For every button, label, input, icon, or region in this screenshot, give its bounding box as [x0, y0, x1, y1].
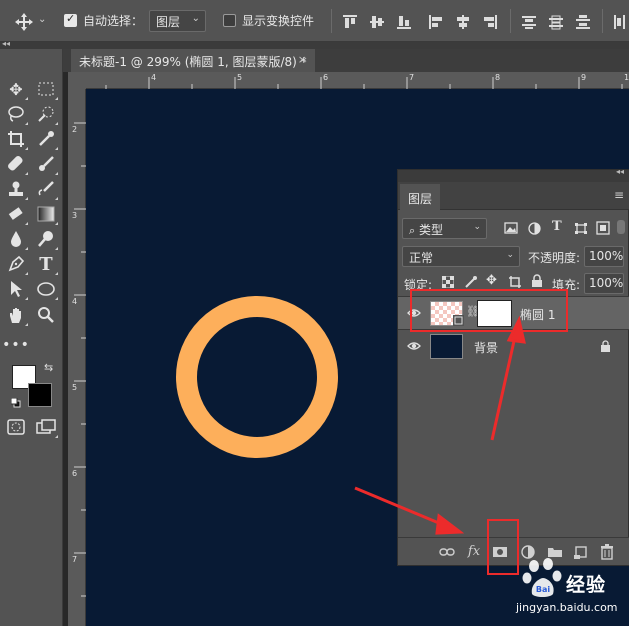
- baidu-logo-mark: Bai: [536, 585, 550, 594]
- baidu-paw-logo: Bai: [522, 558, 562, 597]
- watermark-url: jingyan.baidu.com: [516, 601, 618, 614]
- watermark: Bai 经验 jingyan.baidu.com: [510, 556, 629, 626]
- annotation-arrows: [354, 315, 526, 535]
- watermark-brand: 经验: [566, 574, 607, 596]
